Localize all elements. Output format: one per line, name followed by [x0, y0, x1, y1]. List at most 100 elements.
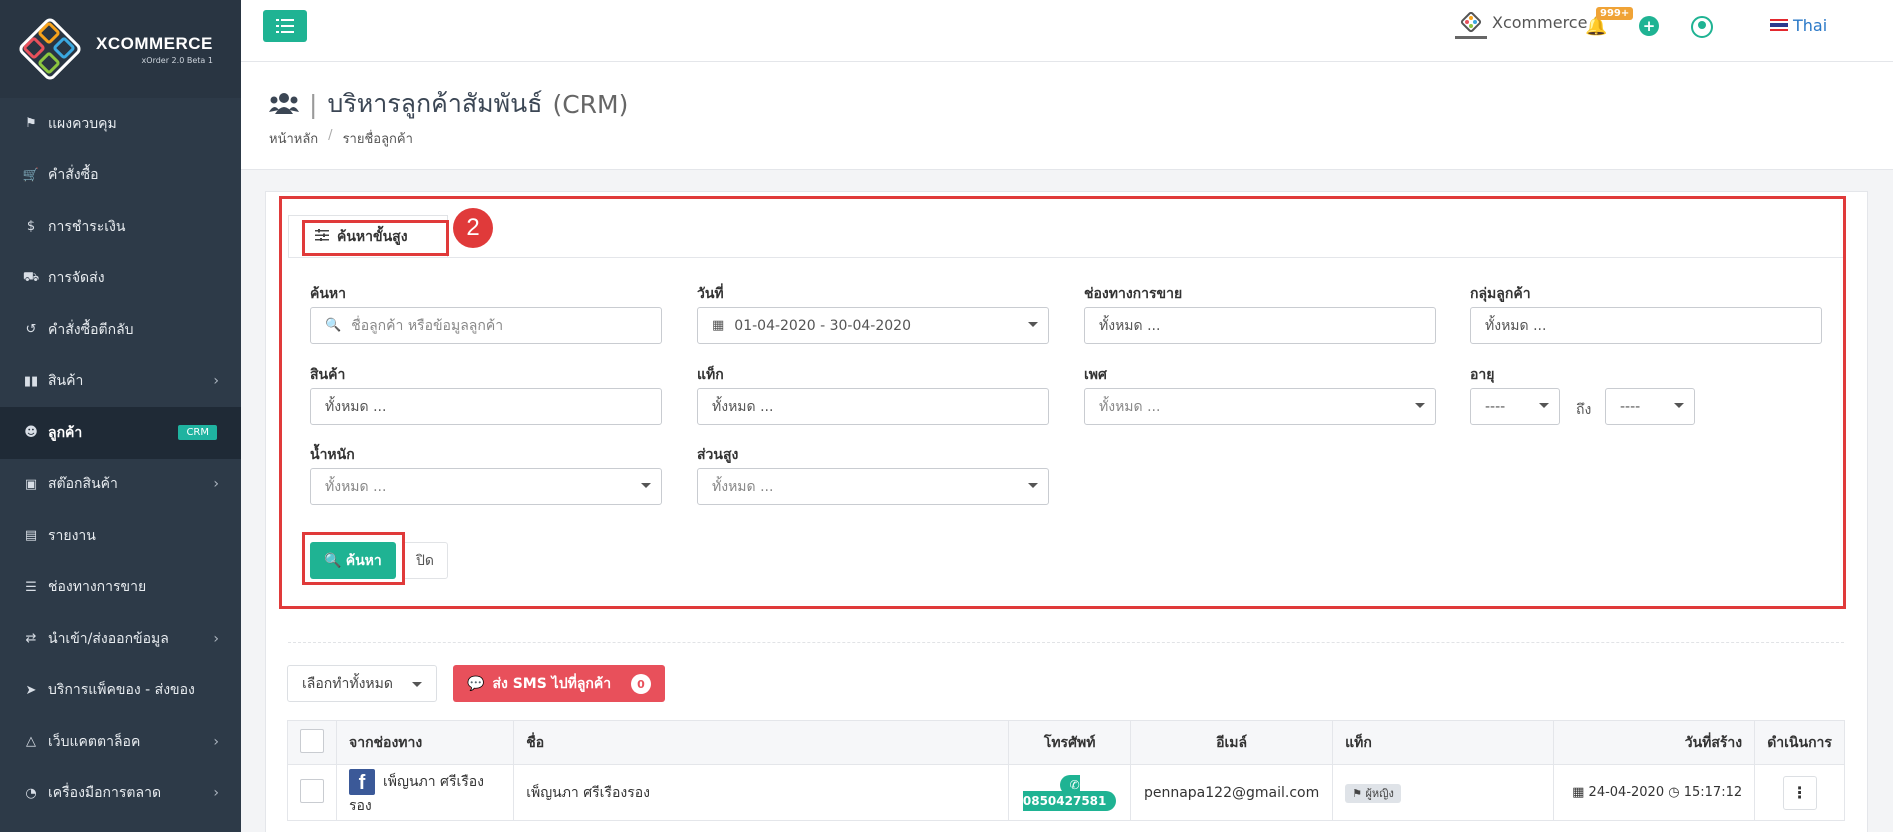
more-actions-button[interactable]: ⋮: [1782, 775, 1817, 810]
channel-placeholder: ทั้งหมด ...: [1099, 317, 1161, 334]
select-all-checkbox-cell: [287, 720, 337, 765]
channel-select[interactable]: ทั้งหมด ...: [1084, 307, 1436, 344]
paper-plane-icon: ➤: [25, 682, 37, 698]
col-actions: ดำเนินการ: [1754, 720, 1845, 765]
chevron-right-icon: ›: [213, 476, 219, 493]
bulk-action-dropdown[interactable]: เลือกทำทั้งหมด: [287, 665, 437, 702]
sidebar-item-label: แผงควบคุม: [48, 115, 117, 132]
height-select[interactable]: ทั้งหมด ...: [697, 468, 1049, 505]
gender-select[interactable]: ทั้งหมด ...: [1084, 388, 1436, 425]
sidebar-item-2[interactable]: $ การชำระเงิน: [0, 201, 241, 253]
sidebar-item-4[interactable]: ↺ คำสั่งซื้อตีกลับ: [0, 304, 241, 356]
calendar-icon: ▦: [1572, 785, 1585, 800]
logo[interactable]: XCOMMERCE xOrder 2.0 Beta 1: [0, 0, 241, 98]
tag-select[interactable]: ทั้งหมด ...: [697, 388, 1049, 425]
sidebar-item-label: รายงาน: [48, 527, 96, 544]
users-icon: [269, 93, 299, 114]
advanced-search-tab[interactable]: ค้นหาขั้นสูง: [288, 215, 448, 257]
sidebar-item-label: สต๊อกสินค้า: [48, 476, 118, 493]
sidebar-item-label: ลูกค้า: [48, 424, 83, 441]
sidebar-item-5[interactable]: ▮▮ สินค้า ›: [0, 356, 241, 408]
age-to-select[interactable]: ----: [1605, 388, 1695, 425]
row-name[interactable]: เพ็ญนภา ศรีเรืองรอง: [513, 764, 1010, 821]
col-tag[interactable]: แท็ก: [1332, 720, 1554, 765]
table-header-row: จากช่องทาง ชื่อ โทรศัพท์ อีเมล์ แท็ก วัน…: [287, 720, 1845, 765]
sidebar-item-label: ช่องทางการขาย: [48, 579, 147, 596]
sidebar-item-10[interactable]: ⇄ นำเข้า/ส่งออกข้อมูล ›: [0, 613, 241, 665]
page-header: | บริหารลูกค้าสัมพันธ์ (CRM) หน้าหลัก / …: [241, 62, 1893, 170]
sidebar-item-label: บริการแพ็คของ - ส่งของ: [48, 682, 195, 699]
col-channel[interactable]: จากช่องทาง: [335, 720, 515, 765]
add-circle-icon[interactable]: +: [1639, 16, 1659, 36]
table-row[interactable]: f เพ็ญนภา ศรีเรืองรอง เพ็ญนภา ศรีเรืองรอง…: [287, 764, 1845, 821]
date-range-value: 01-04-2020 - 30-04-2020: [734, 317, 911, 334]
thai-flag-icon: [1770, 19, 1788, 31]
close-search-button[interactable]: ปิด: [402, 542, 448, 579]
topbar-brand-name[interactable]: Xcommerce: [1492, 13, 1587, 32]
customer-group-select[interactable]: ทั้งหมด ...: [1470, 307, 1822, 344]
breadcrumb-current: รายชื่อลูกค้า: [342, 132, 413, 147]
exchange-icon: ⇄: [25, 631, 37, 647]
search-button[interactable]: 🔍 ค้นหา: [310, 542, 396, 579]
product-label: สินค้า: [310, 367, 346, 383]
list-icon: ☰: [25, 579, 37, 595]
sidebar-item-11[interactable]: ➤ บริการแพ็คของ - ส่งของ: [0, 665, 241, 717]
product-select[interactable]: ทั้งหมด ...: [310, 388, 662, 425]
basket-icon: △: [26, 734, 36, 750]
row-created-cell: ▦ 24-04-2020 ◷ 15:17:12: [1552, 764, 1756, 821]
sidebar-item-3[interactable]: ⛟ การจัดส่ง: [0, 253, 241, 305]
keyword-label: ค้นหา: [310, 286, 347, 302]
phone-icon: ✆: [1069, 777, 1080, 792]
phone-badge[interactable]: ✆ 0850427581: [1022, 774, 1117, 811]
caret-down-icon: [1415, 403, 1425, 408]
sidebar-item-6[interactable]: ☻ ลูกค้า CRM: [0, 407, 241, 459]
row-checkbox[interactable]: [300, 778, 324, 803]
col-name[interactable]: ชื่อ: [513, 720, 1010, 765]
col-created-date[interactable]: วันที่สร้าง: [1552, 720, 1756, 765]
col-phone[interactable]: โทรศัพท์: [1008, 720, 1132, 765]
sidebar-item-7[interactable]: ▣ สต๊อกสินค้า ›: [0, 459, 241, 511]
sidebar-item-12[interactable]: △ เว็บแคตตาล็อค ›: [0, 716, 241, 768]
chevron-right-icon: ›: [213, 630, 219, 647]
brand-version: xOrder 2.0 Beta 1: [141, 55, 213, 65]
send-sms-label: ส่ง SMS ไปที่ลูกค้า: [492, 675, 612, 692]
send-sms-button[interactable]: 💬 ส่ง SMS ไปที่ลูกค้า 0: [453, 665, 665, 702]
search-icon: 🔍: [324, 552, 342, 569]
date-label: วันที่: [697, 286, 724, 302]
language-switcher[interactable]: Thai: [1793, 16, 1827, 35]
tag-icon: ⚑: [1352, 786, 1362, 800]
keyword-search-input[interactable]: 🔍 ชื่อลูกค้า หรือข้อมูลลูกค้า: [310, 307, 662, 344]
caret-down-icon: [1674, 403, 1684, 408]
date-range-picker[interactable]: ▦ 01-04-2020 - 30-04-2020: [697, 307, 1049, 344]
menu-toggle-button[interactable]: [263, 10, 307, 42]
row-email: pennapa122@gmail.com: [1130, 764, 1334, 821]
row-channel: f เพ็ญนภา ศรีเรืองรอง: [335, 764, 515, 821]
sidebar-item-1[interactable]: 🛒 คำสั่งซื้อ: [0, 150, 241, 202]
breadcrumb-home[interactable]: หน้าหลัก: [269, 128, 318, 149]
sidebar-item-label: คำสั่งซื้อตีกลับ: [48, 321, 134, 338]
tag-placeholder: ทั้งหมด ...: [712, 398, 774, 415]
sidebar-item-8[interactable]: ▤ รายงาน: [0, 510, 241, 562]
col-email[interactable]: อีเมล์: [1130, 720, 1334, 765]
row-phone-cell: ✆ 0850427581: [1008, 764, 1132, 821]
customer-group-label: กลุ่มลูกค้า: [1470, 286, 1531, 302]
calendar-icon: ▦: [712, 318, 725, 333]
weight-placeholder: ทั้งหมด ...: [325, 478, 387, 495]
weight-select[interactable]: ทั้งหมด ...: [310, 468, 662, 505]
breadcrumb: หน้าหลัก / รายชื่อลูกค้า: [269, 128, 413, 149]
product-placeholder: ทั้งหมด ...: [325, 398, 387, 415]
topbar: Xcommerce 🔔 999+ + Thai: [241, 0, 1893, 62]
sidebar-item-9[interactable]: ☰ ช่องทางการขาย: [0, 562, 241, 614]
sidebar-item-label: เว็บแคตตาล็อค: [48, 733, 141, 750]
select-all-checkbox[interactable]: [300, 728, 324, 753]
user-profile-icon[interactable]: [1691, 16, 1713, 38]
row-tag: ผู้หญิง: [1365, 786, 1394, 800]
customer-table: จากช่องทาง ชื่อ โทรศัพท์ อีเมล์ แท็ก วัน…: [287, 720, 1845, 821]
age-to-text: ถึง: [1576, 402, 1592, 418]
sidebar-item-0[interactable]: ⚑ แผงควบคุม: [0, 98, 241, 150]
annotation-step-number: 2: [453, 208, 493, 248]
height-label: ส่วนสูง: [697, 447, 739, 463]
sidebar-item-label: การชำระเงิน: [48, 218, 126, 235]
sidebar-item-13[interactable]: ◔ เครื่องมือการตลาด ›: [0, 768, 241, 820]
age-from-select[interactable]: ----: [1470, 388, 1560, 425]
